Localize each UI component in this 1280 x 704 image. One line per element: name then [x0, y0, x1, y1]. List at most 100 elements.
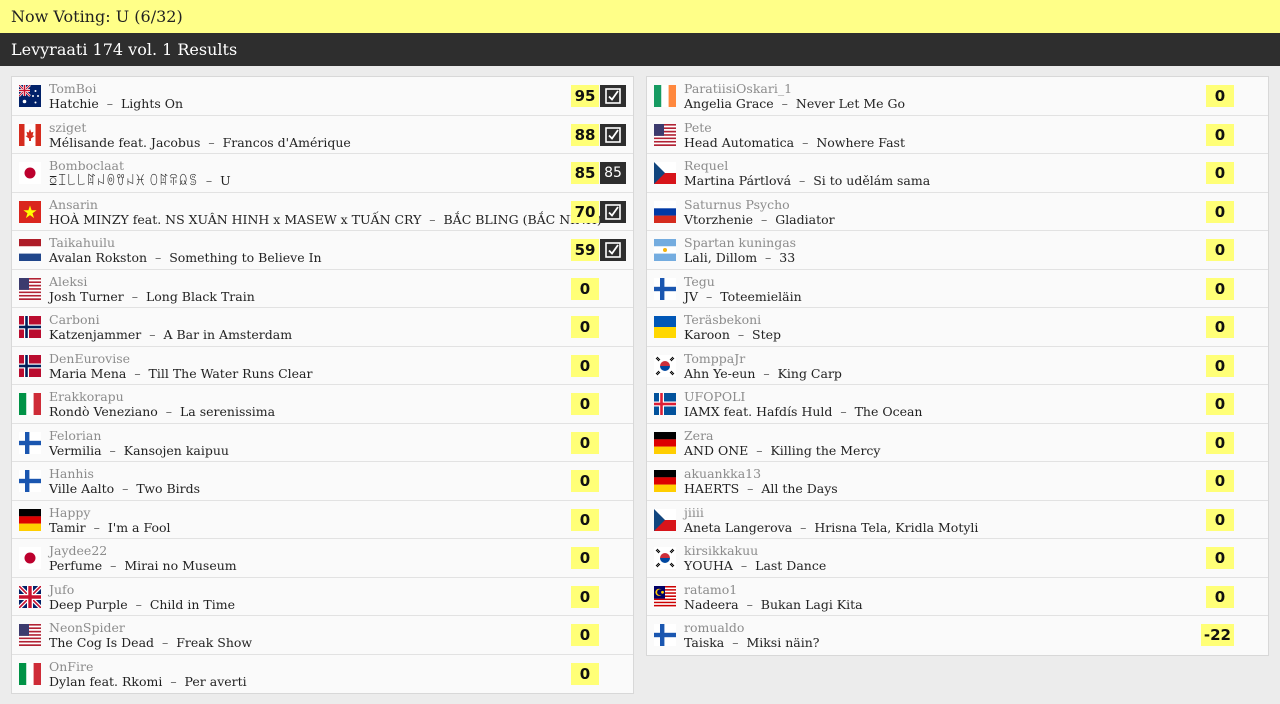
voter-name: UFOPOLI — [684, 389, 746, 404]
song-entry: Katzenjammer – A Bar in Amsterdam — [49, 327, 292, 342]
score-value: 0 — [1206, 316, 1234, 338]
song-separator: – — [736, 558, 752, 573]
song-title: Mirai no Museum — [124, 558, 237, 573]
song-artist: Perfume — [49, 558, 103, 573]
song-title: Toteemieläin — [720, 288, 802, 304]
result-row: Taikahuilu Avalan Rokston – Something to … — [12, 231, 633, 270]
song-artist: Karoon — [684, 327, 730, 342]
song-title: 33 — [779, 250, 796, 265]
song-entry: Head Automatica – Nowhere Fast — [684, 135, 905, 150]
flag-canada-icon — [19, 123, 41, 146]
song-separator: – — [158, 635, 173, 650]
score-value: 0 — [1206, 85, 1234, 107]
voter-name: Ansarin — [49, 196, 98, 212]
result-row: DenEurovise Maria Mena – Till The Water R… — [12, 346, 633, 385]
song-title: Gladiator — [775, 211, 835, 227]
song-artist: Mélisande feat. Jacobus — [49, 134, 201, 150]
score-value: 0 — [571, 316, 599, 338]
score-value: 0 — [571, 277, 599, 300]
score-value: 0 — [571, 393, 599, 415]
song-separator: – — [728, 635, 743, 650]
song-title: Lights On — [121, 96, 184, 111]
song-separator: – — [757, 211, 772, 227]
song-entry: AND ONE – Killing the Mercy — [684, 443, 881, 458]
flag-finland-icon — [654, 277, 676, 300]
song-artist: Deep Purple — [49, 596, 128, 612]
score-value: 0 — [1206, 123, 1234, 146]
voted-check-icon — [600, 239, 626, 261]
voter-name: Hanhis — [49, 466, 94, 481]
flag-italy-icon — [19, 662, 41, 685]
score-value: 0 — [1206, 162, 1234, 184]
voter-name: TomBoi — [49, 81, 97, 96]
voter-name: Zera — [684, 427, 714, 443]
song-artist: Katzenjammer — [49, 327, 142, 342]
flag-usa-icon — [19, 624, 41, 646]
flag-ukraine-icon — [654, 316, 676, 338]
own-score-badge: 85 — [600, 162, 626, 184]
flag-japan-icon — [19, 547, 41, 569]
result-row: Tegu JV – Toteemieläin 0 — [647, 269, 1268, 308]
result-row: Pete Head Automatica – Nowhere Fast 0 — [647, 115, 1268, 154]
result-row: Aleksi Josh Turner – Long Black Train 0 — [12, 269, 633, 308]
flag-vietnam-icon — [19, 200, 41, 223]
song-title: Long Black Train — [145, 288, 255, 304]
song-title: Miksi näin? — [746, 635, 820, 650]
flag-czechia-icon — [654, 508, 676, 531]
song-entry: Aneta Langerova – Hrisna Tela, Kridla Mo… — [684, 520, 978, 535]
voter-name: Felorian — [49, 427, 102, 443]
voter-name: Teräsbekoni — [684, 312, 762, 327]
song-separator: – — [130, 365, 145, 381]
now-voting-text: Now Voting: U (6/32) — [11, 7, 183, 26]
song-entry: JV – Toteemieläin — [684, 289, 802, 304]
result-row: ParatiisiOskari_1 Angelia Grace – Never L… — [647, 77, 1268, 116]
flag-italy-icon — [19, 393, 41, 415]
results-list-right: ParatiisiOskari_1 Angelia Grace – Never L… — [646, 76, 1269, 656]
song-title: Killing the Mercy — [770, 442, 881, 458]
song-artist: The Cog Is Dead — [49, 635, 155, 650]
voter-name: TomppaJr — [684, 350, 746, 366]
score-value: 0 — [1206, 470, 1234, 492]
song-entry: Avalan Rokston – Something to Believe In — [49, 250, 322, 265]
flag-iceland-icon — [654, 393, 676, 415]
song-separator: – — [201, 173, 217, 188]
song-title: The Ocean — [854, 404, 923, 419]
song-artist: Maria Mena — [49, 365, 127, 381]
result-row: jiiii Aneta Langerova – Hrisna Tela, Krid… — [647, 500, 1268, 539]
song-entry: Hatchie – Lights On — [49, 96, 183, 111]
result-row: UFOPOLI IAMX feat. Hafdís Huld – The Ocea… — [647, 385, 1268, 424]
song-title: A Bar in Amsterdam — [163, 327, 293, 342]
song-artist: Avalan Rokston — [49, 250, 148, 265]
flag-south-korea-icon — [654, 354, 676, 377]
score-value: 88 — [571, 123, 599, 146]
song-separator: – — [759, 365, 774, 381]
song-separator: – — [145, 327, 160, 342]
flag-netherlands-icon — [19, 239, 41, 261]
song-separator: – — [105, 442, 120, 458]
results-title-bar: Levyraati 174 vol. 1 Results — [0, 33, 1280, 66]
song-title: Si to udělám sama — [813, 173, 931, 188]
flag-south-korea-icon — [654, 547, 676, 569]
song-artist: JV — [684, 288, 699, 304]
voter-name: kirsikkakuu — [684, 543, 759, 558]
song-title: Bukan Lagi Kita — [760, 596, 863, 612]
score-value: 70 — [571, 200, 599, 223]
flag-usa-icon — [654, 123, 676, 146]
score-value: 0 — [571, 354, 599, 377]
voter-name: jiiii — [684, 504, 704, 520]
score-value: 0 — [1206, 277, 1234, 300]
song-entry: Ville Aalto – Two Birds — [49, 481, 200, 496]
result-row: TomppaJr Ahn Ye-eun – King Carp 0 — [647, 346, 1268, 385]
song-title: King Carp — [777, 365, 842, 381]
score-value: 0 — [571, 662, 599, 685]
voter-name: Erakkorapu — [49, 389, 124, 404]
song-artist: Dylan feat. Rkomi — [49, 673, 163, 689]
song-entry: Lali, Dillom – 33 — [684, 250, 795, 265]
voter-name: Tegu — [684, 273, 715, 289]
voter-name: Pete — [684, 119, 712, 135]
voter-name: ParatiisiOskari_1 — [684, 81, 793, 96]
score-value: 0 — [571, 508, 599, 531]
song-separator: – — [131, 596, 146, 612]
song-artist: IAMX feat. Hafdís Huld — [684, 404, 833, 419]
result-row: Zera AND ONE – Killing the Mercy 0 — [647, 423, 1268, 462]
